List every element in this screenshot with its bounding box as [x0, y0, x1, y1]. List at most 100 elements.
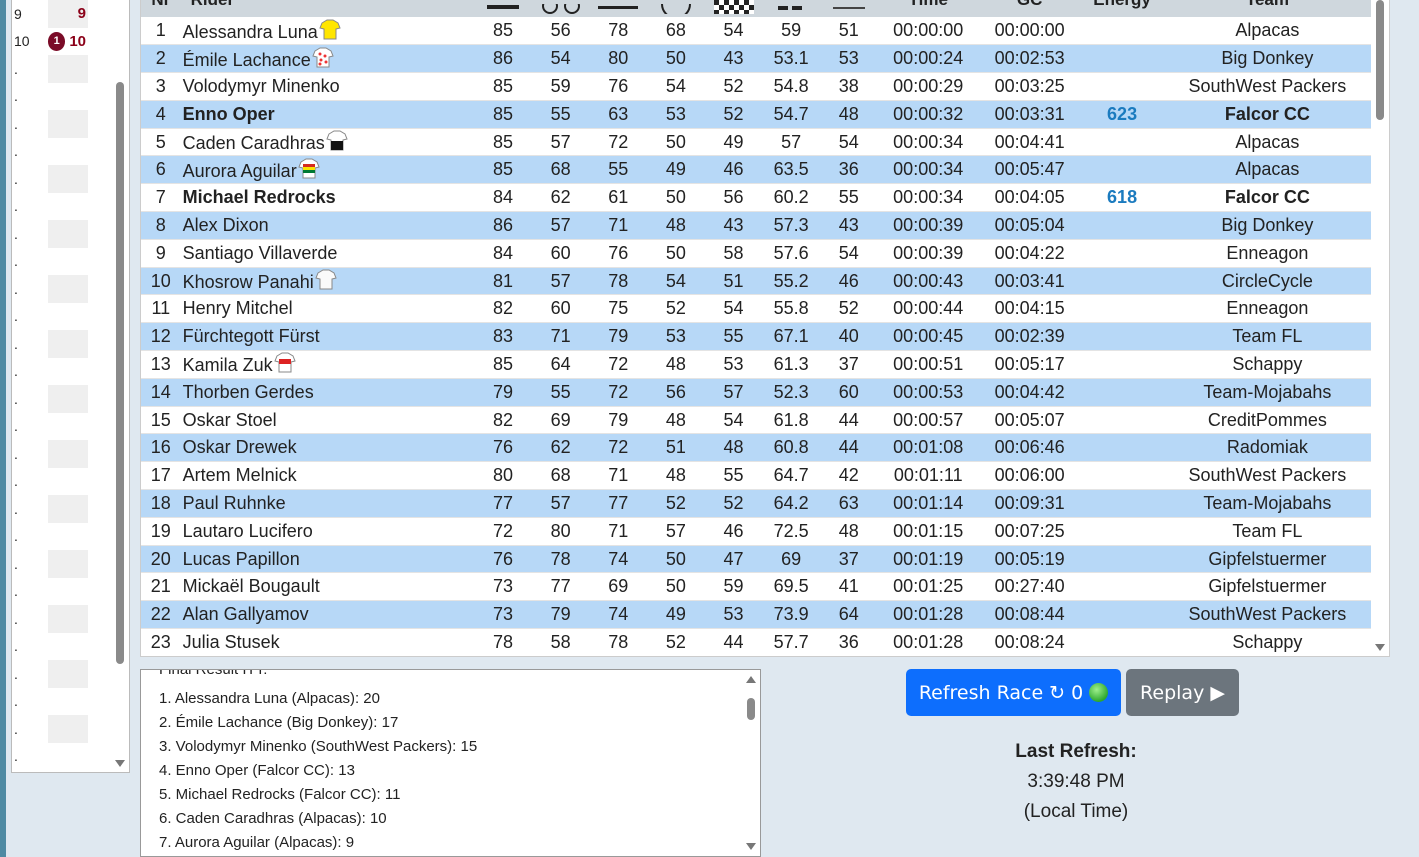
- table-row[interactable]: 22 Alan Gallyamov 73 79 74 49 53 73.9 64 00:01:28…: [141, 600, 1371, 629]
- left-panel-scroll-thumb[interactable]: [116, 82, 124, 664]
- left-panel-row[interactable]: .: [12, 523, 118, 551]
- left-panel-row[interactable]: .: [12, 83, 118, 111]
- header-hill-icon[interactable]: [589, 0, 648, 17]
- left-panel-row[interactable]: .: [12, 495, 118, 523]
- rider-name-cell[interactable]: Oskar Stoel: [181, 406, 475, 434]
- rider-name-cell[interactable]: Artem Melnick: [181, 462, 475, 490]
- left-panel-row[interactable]: .: [12, 715, 118, 743]
- left-panel-row[interactable]: .: [12, 743, 118, 771]
- table-row[interactable]: 19 Lautaro Lucifero 72 80 71 57 46 72.5 48 00:01:…: [141, 517, 1371, 546]
- rider-name-cell[interactable]: Lautaro Lucifero: [181, 517, 475, 545]
- scroll-down-arrow-icon[interactable]: [1375, 644, 1385, 651]
- rider-name-cell[interactable]: Thorben Gerdes: [181, 378, 475, 406]
- scroll-down-arrow-icon[interactable]: [115, 760, 125, 767]
- left-panel-row[interactable]: 10 1 10: [12, 28, 118, 56]
- table-row[interactable]: 18 Paul Ruhnke 77 57 77 52 52 64.2 63 00:01:14 00:…: [141, 489, 1371, 518]
- left-panel-row[interactable]: .: [12, 138, 118, 166]
- rider-name-cell[interactable]: Fürchtegott Fürst: [181, 323, 475, 351]
- left-panel-row[interactable]: .: [12, 165, 118, 193]
- scroll-down-arrow-icon[interactable]: [746, 843, 756, 850]
- left-panel-row[interactable]: .: [12, 330, 118, 358]
- table-row[interactable]: 2 Émile Lachance 86 54 80 50 43 53.1 53 00:00:24 0…: [141, 44, 1371, 73]
- table-row[interactable]: 20 Lucas Papillon 76 78 74 50 47 69 37 00:01:19 00…: [141, 545, 1371, 573]
- rider-name-cell[interactable]: Alan Gallyamov: [181, 601, 475, 629]
- table-row[interactable]: 21 Mickaël Bougault 73 77 69 50 59 69.5 41 00:01:…: [141, 573, 1371, 601]
- left-panel-row[interactable]: .: [12, 413, 118, 441]
- log-scroll-thumb[interactable]: [747, 698, 755, 720]
- header-circle-icon[interactable]: [647, 0, 705, 17]
- header-gc[interactable]: GC: [978, 0, 1081, 17]
- left-panel-row[interactable]: .: [12, 110, 118, 138]
- rider-name-cell[interactable]: Khosrow Panahi: [181, 267, 475, 295]
- header-mountain-icon[interactable]: [819, 0, 878, 17]
- rider-name-cell[interactable]: Émile Lachance: [181, 45, 475, 73]
- scroll-up-arrow-icon[interactable]: [746, 676, 756, 683]
- left-panel-row[interactable]: .: [12, 633, 118, 661]
- header-nr[interactable]: Nr: [141, 0, 181, 17]
- refresh-race-button[interactable]: Refresh Race ↻ 0: [906, 669, 1121, 716]
- rider-name-cell[interactable]: Alessandra Luna: [181, 17, 475, 45]
- table-row[interactable]: 13 Kamila Zuk 85 64 72 48 53 61.3 37 00:00:51 00:0…: [141, 351, 1371, 379]
- table-row[interactable]: 4 Enno Oper 85 55 63 53 52 54.7 48 00:00:32 00:03:…: [141, 100, 1371, 129]
- table-row[interactable]: 7 Michael Redrocks 84 62 61 50 56 60.2 55 00:00:3…: [141, 184, 1371, 212]
- left-panel-row[interactable]: .: [12, 550, 118, 578]
- header-team[interactable]: Team: [1163, 0, 1371, 17]
- rider-name-cell[interactable]: Alex Dixon: [181, 212, 475, 240]
- table-row[interactable]: 5 Caden Caradhras 85 57 72 50 49 57 54 00:00:34 00…: [141, 128, 1371, 156]
- left-panel-row[interactable]: .: [12, 578, 118, 606]
- replay-button[interactable]: Replay ▶: [1126, 669, 1239, 716]
- left-panel-row[interactable]: .: [12, 468, 118, 496]
- rider-name-cell[interactable]: Oskar Drewek: [181, 434, 475, 462]
- rider-name-cell[interactable]: Aurora Aguilar: [181, 156, 475, 184]
- rider-name-cell[interactable]: Julia Stusek: [181, 629, 475, 656]
- table-row[interactable]: 14 Thorben Gerdes 79 55 72 56 57 52.3 60 00:00:53…: [141, 378, 1371, 407]
- table-row[interactable]: 16 Oskar Drewek 76 62 72 51 48 60.8 44 00:01:08 00…: [141, 433, 1371, 462]
- left-panel-row[interactable]: 99: [12, 0, 118, 28]
- table-row[interactable]: 1 Alessandra Luna 85 56 78 68 54 59 51 00:00:00 00…: [141, 17, 1371, 45]
- rider-name-cell[interactable]: Michael Redrocks: [181, 184, 475, 212]
- rider-name-cell[interactable]: Kamila Zuk: [181, 351, 475, 379]
- rider-name-cell[interactable]: Santiago Villaverde: [181, 239, 475, 267]
- left-panel-row[interactable]: .: [12, 385, 118, 413]
- rider-name-cell[interactable]: Mickaël Bougault: [181, 573, 475, 601]
- table-row[interactable]: 23 Julia Stusek 78 58 78 52 44 57.7 36 00:01:28 00…: [141, 629, 1371, 656]
- left-panel-row[interactable]: .: [12, 660, 118, 688]
- table-row[interactable]: 15 Oskar Stoel 82 69 79 48 54 61.8 44 00:00:57 00:…: [141, 406, 1371, 434]
- rider-name-cell[interactable]: Henry Mitchel: [181, 295, 475, 323]
- table-scrollbar[interactable]: [1371, 0, 1389, 656]
- table-row[interactable]: 12 Fürchtegott Fürst 83 71 79 53 55 67.1 40 00:00…: [141, 322, 1371, 351]
- table-row[interactable]: 11 Henry Mitchel 82 60 75 52 54 55.8 52 00:00:44 0…: [141, 295, 1371, 323]
- header-time[interactable]: Time: [877, 0, 979, 17]
- header-sprint-icon[interactable]: [762, 0, 820, 17]
- table-row[interactable]: 8 Alex Dixon 86 57 71 48 43 57.3 43 00:00:39 00:05…: [141, 211, 1371, 240]
- left-panel-row[interactable]: .: [12, 193, 118, 221]
- left-panel-row[interactable]: .: [12, 220, 118, 248]
- left-panel-row[interactable]: .: [12, 440, 118, 468]
- left-panel-row[interactable]: .: [12, 275, 118, 303]
- rider-name-cell[interactable]: Caden Caradhras: [181, 128, 475, 156]
- rider-name-cell[interactable]: Enno Oper: [181, 100, 475, 128]
- table-row[interactable]: 10 Khosrow Panahi 81 57 78 54 51 55.2 46 00:00:43…: [141, 267, 1371, 295]
- table-row[interactable]: 17 Artem Melnick 80 68 71 48 55 64.7 42 00:01:11 0…: [141, 462, 1371, 490]
- left-panel-row[interactable]: .: [12, 358, 118, 386]
- rider-name-cell[interactable]: Paul Ruhnke: [181, 490, 475, 518]
- left-panel-scrollbar[interactable]: [113, 0, 127, 772]
- left-panel-row[interactable]: .: [12, 688, 118, 716]
- header-checkered-flag-icon[interactable]: [704, 0, 763, 17]
- header-bike-icon[interactable]: [531, 0, 590, 17]
- header-rider[interactable]: Rider: [180, 0, 475, 17]
- table-row[interactable]: 9 Santiago Villaverde 84 60 76 50 58 57.6 54 00:0…: [141, 239, 1371, 268]
- table-scroll-thumb[interactable]: [1376, 0, 1384, 120]
- rider-name-cell[interactable]: Lucas Papillon: [181, 545, 475, 573]
- header-energy[interactable]: Energy: [1080, 0, 1164, 17]
- log-scrollbar[interactable]: [742, 670, 760, 856]
- left-panel-row[interactable]: .: [12, 303, 118, 331]
- table-row[interactable]: 3 Volodymyr Minenko 85 59 76 54 52 54.8 38 00:00:…: [141, 73, 1371, 101]
- left-panel-row[interactable]: .: [12, 605, 118, 633]
- rider-name-cell[interactable]: Volodymyr Minenko: [181, 73, 475, 101]
- result-log[interactable]: Final Result ITT: 1. Alessandra Luna (Al…: [140, 669, 761, 857]
- table-row[interactable]: 6 Aurora Aguilar 85 68 55 49 46 63.5 36 00:00:34 0…: [141, 155, 1371, 184]
- left-panel-row[interactable]: .: [12, 248, 118, 276]
- left-panel-row[interactable]: .: [12, 55, 118, 83]
- header-flat-icon[interactable]: [474, 0, 532, 17]
